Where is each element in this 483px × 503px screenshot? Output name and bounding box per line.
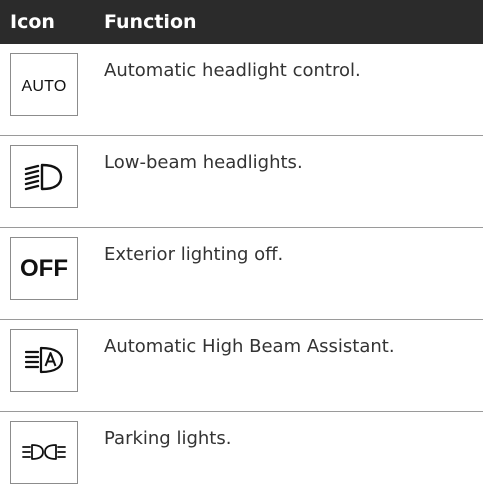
- table-row: AUTO Automatic headlight control.: [0, 44, 483, 136]
- table-row: Low-beam headlights.: [0, 136, 483, 228]
- header-function-column: Function: [104, 11, 197, 33]
- function-description: Low-beam headlights.: [104, 152, 303, 173]
- lights-off-icon: OFF: [10, 237, 78, 300]
- high-beam-assistant-icon: [10, 329, 78, 392]
- table-header: Icon Function: [0, 0, 483, 44]
- table-row: OFF Exterior lighting off.: [0, 228, 483, 320]
- header-icon-column: Icon: [10, 11, 55, 33]
- lighting-icons-table: Icon Function AUTO Automatic headlight c…: [0, 0, 483, 503]
- low-beam-icon: [10, 145, 78, 208]
- table-row: Parking lights.: [0, 412, 483, 503]
- parking-lights-icon: [10, 421, 78, 484]
- function-description: Automatic High Beam Assistant.: [104, 336, 395, 357]
- function-description: Parking lights.: [104, 428, 232, 449]
- table-row: Automatic High Beam Assistant.: [0, 320, 483, 412]
- off-icon-label: OFF: [20, 255, 68, 282]
- function-description: Automatic headlight control.: [104, 60, 361, 81]
- auto-icon-label: AUTO: [21, 78, 67, 95]
- function-description: Exterior lighting off.: [104, 244, 284, 265]
- auto-headlight-icon: AUTO: [10, 53, 78, 116]
